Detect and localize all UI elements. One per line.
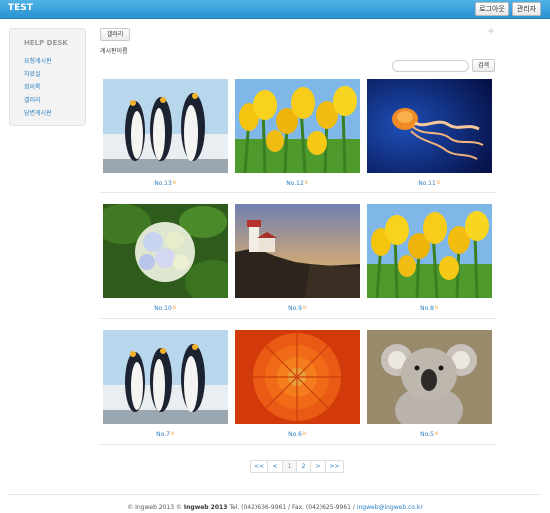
gallery-button[interactable]: 갤러리 [100,28,130,41]
new-badge: N [304,180,308,185]
brand-logo[interactable]: TEST [8,3,33,13]
penguins-image[interactable] [103,330,228,424]
new-badge: N [302,431,306,436]
hydrangea-image[interactable] [103,204,228,298]
tulips-image[interactable] [367,204,492,298]
next-page-button[interactable]: > [311,460,326,473]
prev-page-button[interactable]: < [268,460,283,473]
item-label[interactable]: No.5 [420,431,434,438]
item-label[interactable]: No.10 [154,305,172,312]
tulips-image[interactable] [235,79,360,173]
new-badge: N [172,180,176,185]
new-badge: N [434,431,438,436]
search-button[interactable]: 검색 [472,59,495,72]
gallery-item[interactable]: No.5N [364,330,494,445]
plus-icon[interactable]: + [487,26,495,37]
row-divider [100,318,496,319]
gallery-item[interactable]: No.12N [232,79,362,194]
gallery-item[interactable]: No.13N [100,79,230,194]
chrysanthemum-image[interactable] [235,330,360,424]
sidebar-item-request-board[interactable]: 요청게시판 [24,56,52,65]
sidebar-title: HELP DESK [24,39,68,47]
page-2-button[interactable]: 2 [297,460,311,473]
new-badge: N [302,305,306,310]
penguins-image[interactable] [103,79,228,173]
gallery-item[interactable]: No.6N [232,330,362,445]
koala-image[interactable] [367,330,492,424]
sidebar-item-archive[interactable]: 자료실 [24,69,41,78]
board-title: 게시판이름 [100,48,128,55]
footer-copyright: © Ingweb 2013 © [127,504,182,511]
item-label[interactable]: No.9 [288,305,302,312]
item-label[interactable]: No.8 [420,305,434,312]
gallery-item[interactable]: No.8N [364,204,494,319]
page-1-button[interactable]: 1 [283,460,297,473]
sidebar: HELP DESK 요청게시판 자료실 회의록 갤러리 답변게시판 [9,28,86,126]
footer-email-link[interactable]: ingweb@ingweb.co.kr [357,504,423,511]
footer: © Ingweb 2013 © Ingweb 2013 Tel. (042)63… [0,504,550,511]
top-navbar: TEST 로그아웃 관리자 [0,0,550,19]
pagination: << < 1 2 > >> [250,460,344,473]
footer-divider [9,494,541,495]
search-input[interactable] [392,60,469,72]
admin-button[interactable]: 관리자 [512,2,541,16]
sidebar-item-minutes[interactable]: 회의록 [24,82,41,91]
sidebar-item-gallery[interactable]: 갤러리 [24,95,41,104]
row-divider [100,192,496,193]
gallery-item[interactable]: No.10N [100,204,230,319]
gallery-item[interactable]: No.7N [100,330,230,445]
gallery-item[interactable]: No.9N [232,204,362,319]
new-badge: N [434,305,438,310]
item-label[interactable]: No.12 [286,180,304,187]
sidebar-item-answer-board[interactable]: 답변게시판 [24,108,52,117]
jellyfish-image[interactable] [367,79,492,173]
item-label[interactable]: No.6 [288,431,302,438]
new-badge: N [172,305,176,310]
lighthouse-image[interactable] [235,204,360,298]
new-badge: N [170,431,174,436]
item-label[interactable]: No.7 [156,431,170,438]
row-divider [100,444,496,445]
new-badge: N [436,180,440,185]
first-page-button[interactable]: << [250,460,268,473]
item-label[interactable]: No.13 [154,180,172,187]
footer-contact: Tel. (042)636-9961 / Fax. (042)625-9961 … [229,504,355,511]
gallery-item[interactable]: No.11N [364,79,494,194]
last-page-button[interactable]: >> [326,460,344,473]
logout-button[interactable]: 로그아웃 [475,2,509,16]
footer-company: Ingweb 2013 [183,504,228,511]
item-label[interactable]: No.11 [418,180,436,187]
